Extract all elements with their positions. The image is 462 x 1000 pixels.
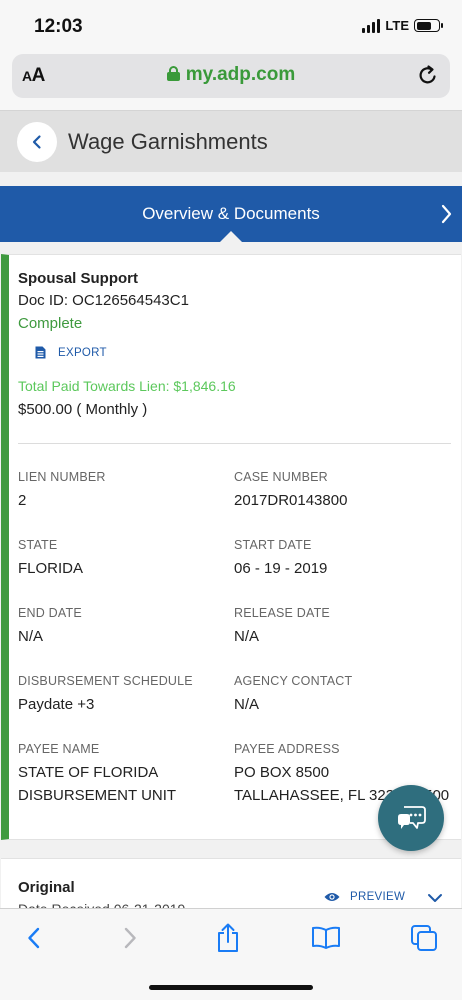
agency-contact-label: AGENCY CONTACT — [234, 674, 353, 688]
export-button[interactable]: EXPORT — [35, 346, 107, 359]
status-text: Complete — [18, 315, 83, 332]
browser-forward-button[interactable] — [115, 923, 145, 953]
payee-address-line1: PO BOX 8500 — [234, 764, 330, 781]
header-spacer — [0, 172, 462, 186]
disbursement-schedule-label: DISBURSEMENT SCHEDULE — [18, 674, 193, 688]
back-button[interactable] — [17, 122, 57, 162]
lien-number-label: LIEN NUMBER — [18, 470, 106, 484]
case-number-label: CASE NUMBER — [234, 470, 328, 484]
disbursement-schedule-value: Paydate +3 — [18, 696, 95, 713]
tab-indicator — [220, 231, 242, 242]
chat-button[interactable] — [378, 785, 444, 851]
doc-id: Doc ID: OC126564543C1 — [18, 292, 189, 309]
share-icon — [218, 923, 238, 952]
status-indicators: LTE — [362, 18, 443, 33]
browser-chrome: AA my.adp.com — [0, 54, 462, 110]
total-paid: Total Paid Towards Lien: $1,846.16 — [18, 378, 236, 394]
network-label: LTE — [385, 18, 409, 33]
chevron-right-icon — [124, 927, 136, 949]
end-date-value: N/A — [18, 628, 44, 645]
release-date-label: RELEASE DATE — [234, 606, 330, 620]
chevron-right-icon[interactable] — [440, 202, 454, 226]
chevron-left-icon — [28, 927, 40, 949]
payee-name-line1: STATE OF FLORIDA — [18, 764, 159, 781]
status-bar: 12:03 LTE — [0, 0, 462, 54]
start-date-value: 06 - 19 - 2019 — [234, 560, 328, 577]
share-button[interactable] — [213, 923, 243, 953]
document-icon — [35, 346, 46, 359]
case-number-value: 2017DR0143800 — [234, 492, 348, 509]
agency-contact-value: N/A — [234, 696, 260, 713]
page-header: Wage Garnishments — [0, 110, 462, 172]
preview-button[interactable]: PREVIEW — [324, 891, 405, 903]
state-label: STATE — [18, 538, 58, 552]
tabs-button[interactable] — [409, 923, 439, 953]
state-value: FLORIDA — [18, 560, 84, 577]
page-title: Wage Garnishments — [68, 129, 268, 154]
signal-icon — [362, 18, 381, 33]
chat-bubbles-icon — [398, 806, 426, 829]
reload-icon[interactable] — [416, 63, 440, 87]
battery-icon — [414, 19, 443, 32]
start-date-label: START DATE — [234, 538, 312, 552]
preview-label: PREVIEW — [350, 891, 406, 903]
lock-icon — [166, 66, 180, 81]
tabs-icon — [411, 925, 437, 951]
divider — [18, 443, 451, 444]
payee-name-label: PAYEE NAME — [18, 742, 100, 756]
garnishment-card: Spousal Support Doc ID: OC126564543C1 Co… — [1, 254, 461, 840]
payee-address-label: PAYEE ADDRESS — [234, 742, 340, 756]
garnishment-type: Spousal Support — [18, 270, 138, 287]
payment-amount: $500.00 ( Monthly ) — [18, 401, 148, 418]
export-label: EXPORT — [58, 346, 107, 359]
document-title: Original — [18, 879, 75, 896]
bookmarks-button[interactable] — [311, 923, 341, 953]
chevron-left-icon — [32, 135, 41, 149]
url-text: my.adp.com — [185, 64, 296, 85]
url-field[interactable]: my.adp.com — [12, 64, 450, 86]
book-icon — [312, 926, 340, 949]
address-bar[interactable]: AA my.adp.com — [12, 54, 450, 98]
lien-number-value: 2 — [18, 492, 27, 509]
browser-toolbar — [0, 908, 462, 1000]
release-date-value: N/A — [234, 628, 260, 645]
status-time: 12:03 — [34, 16, 83, 37]
eye-icon — [324, 893, 340, 901]
chevron-down-icon[interactable] — [427, 893, 443, 903]
payee-name-line2: DISBURSEMENT UNIT — [18, 787, 177, 804]
home-indicator — [149, 985, 313, 990]
browser-back-button[interactable] — [19, 923, 49, 953]
end-date-label: END DATE — [18, 606, 82, 620]
tab-overview-documents[interactable]: Overview & Documents — [0, 204, 462, 224]
